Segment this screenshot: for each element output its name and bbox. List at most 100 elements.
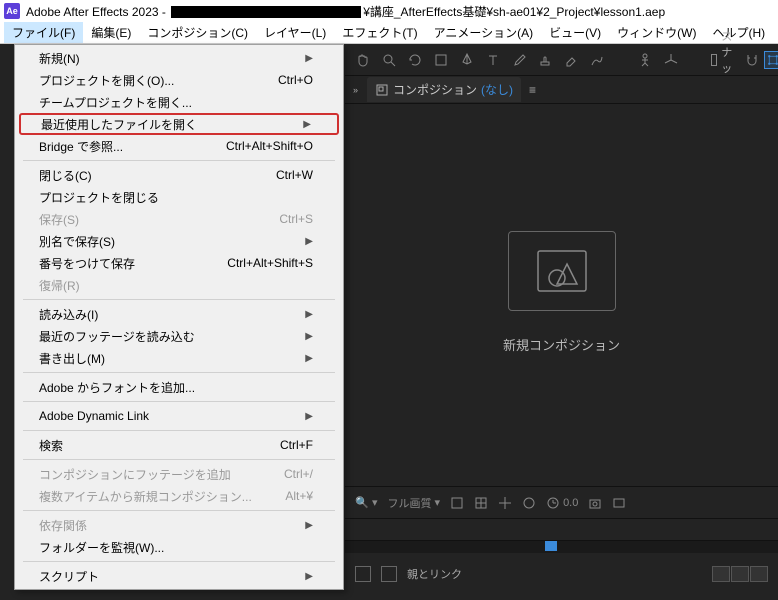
menu-separator	[23, 459, 335, 460]
snapshot-icon[interactable]	[588, 496, 602, 510]
menu-item[interactable]: 最近使用したファイルを開く▶	[19, 113, 339, 135]
menu-separator	[23, 430, 335, 431]
menu-item[interactable]: 閉じる(C)Ctrl+W	[15, 164, 343, 186]
puppet-tool-icon[interactable]	[637, 51, 653, 69]
menu-item[interactable]: チームプロジェクトを開く...	[15, 91, 343, 113]
menu-window[interactable]: ウィンドウ(W)	[609, 22, 704, 43]
magnet-icon[interactable]	[744, 51, 760, 69]
menu-item-label: 新規(N)	[39, 50, 80, 67]
timeline-ruler[interactable]	[345, 541, 778, 553]
switch-button[interactable]	[750, 566, 768, 582]
menu-item[interactable]: Adobe Dynamic Link▶	[15, 405, 343, 427]
menu-edit[interactable]: 編集(E)	[83, 22, 139, 43]
menu-item-label: 複数アイテムから新規コンポジション...	[39, 488, 252, 505]
tab-prefix: コンポジション	[393, 81, 477, 98]
menu-item: 復帰(R)	[15, 274, 343, 296]
menu-file[interactable]: ファイル(F)	[4, 22, 83, 43]
menu-item: 複数アイテムから新規コンポジション... Alt+¥	[15, 485, 343, 507]
menu-composition[interactable]: コンポジション(C)	[139, 22, 256, 43]
menu-shortcut: Alt+¥	[285, 489, 313, 503]
menu-shortcut: Ctrl+Alt+Shift+S	[227, 256, 313, 270]
channel-icon[interactable]	[450, 496, 464, 510]
panel-menu-icon[interactable]: ≡	[529, 83, 536, 97]
menu-item[interactable]: Bridge で参照...Ctrl+Alt+Shift+O	[15, 135, 343, 157]
menu-shortcut: Ctrl+F	[280, 438, 313, 452]
menu-view[interactable]: ビュー(V)	[541, 22, 609, 43]
menu-item[interactable]: 検索Ctrl+F	[15, 434, 343, 456]
menu-separator	[23, 510, 335, 511]
panel-caret-icon[interactable]: »	[353, 85, 367, 95]
composition-viewer: 新規コンポジション	[345, 104, 778, 480]
viewer-footer: 🔍▾ フル画質▾ 0.0	[345, 486, 778, 518]
magnification-dropdown[interactable]: 🔍▾	[355, 496, 378, 510]
hand-tool-icon[interactable]	[355, 51, 371, 69]
brush-tool-icon[interactable]	[511, 51, 527, 69]
menu-item[interactable]: 別名で保存(S) ▶	[15, 230, 343, 252]
window-title: Adobe After Effects 2023 - ¥講座_AfterEffe…	[26, 3, 665, 20]
new-composition-button[interactable]	[508, 231, 616, 311]
menu-shortcut: Ctrl+O	[278, 73, 313, 87]
new-comp-label: 新規コンポジション	[503, 335, 620, 354]
menu-item[interactable]: 番号をつけて保存Ctrl+Alt+Shift+S	[15, 252, 343, 274]
local-axis-icon[interactable]	[663, 51, 679, 69]
snap-checkbox[interactable]	[711, 54, 717, 66]
menu-item[interactable]: プロジェクトを開く(O)...Ctrl+O	[15, 69, 343, 91]
menu-animation[interactable]: アニメーション(A)	[426, 22, 542, 43]
menu-item[interactable]: Adobe からフォントを追加...	[15, 376, 343, 398]
menu-item-label: 別名で保存(S)	[39, 233, 115, 250]
playhead[interactable]	[545, 541, 559, 553]
snap-bounds-icon[interactable]	[764, 51, 778, 69]
shape-tool-icon[interactable]	[433, 51, 449, 69]
timeline-lock-icon[interactable]	[381, 566, 397, 582]
submenu-arrow-icon: ▶	[305, 331, 313, 342]
menu-layer[interactable]: レイヤー(L)	[256, 22, 334, 43]
guides-icon[interactable]	[498, 496, 512, 510]
composition-tab[interactable]: コンポジション (なし)	[367, 77, 521, 102]
menu-effect[interactable]: エフェクト(T)	[334, 22, 425, 43]
menubar: ファイル(F) 編集(E) コンポジション(C) レイヤー(L) エフェクト(T…	[0, 22, 778, 44]
submenu-arrow-icon: ▶	[305, 236, 313, 247]
menu-item[interactable]: 書き出し(M)▶	[15, 347, 343, 369]
menu-item-label: プロジェクトを閉じる	[39, 189, 159, 206]
text-tool-icon[interactable]	[485, 51, 501, 69]
roto-tool-icon[interactable]	[589, 51, 605, 69]
rotate-tool-icon[interactable]	[407, 51, 423, 69]
switch-button[interactable]	[731, 566, 749, 582]
tab-comp-name: (なし)	[481, 81, 513, 98]
menu-item-label: チームプロジェクトを開く...	[39, 94, 192, 111]
time-display[interactable]: 0.0	[546, 496, 578, 510]
timeline-shy-icon[interactable]	[355, 566, 371, 582]
menu-item[interactable]: 新規(N)▶	[15, 47, 343, 69]
menu-shortcut: Ctrl+W	[276, 168, 313, 182]
file-dropdown: 新規(N)▶プロジェクトを開く(O)...Ctrl+Oチームプロジェクトを開く.…	[14, 44, 344, 590]
parent-link-label: 親とリンク	[407, 566, 462, 582]
menu-item-label: Adobe Dynamic Link	[39, 409, 149, 423]
menu-separator	[23, 401, 335, 402]
zoom-tool-icon[interactable]	[381, 51, 397, 69]
menu-separator	[23, 561, 335, 562]
new-comp-icon	[537, 250, 587, 292]
show-snapshot-icon[interactable]	[612, 496, 626, 510]
switch-button[interactable]	[712, 566, 730, 582]
menu-item-label: 保存(S)	[39, 211, 79, 228]
stamp-tool-icon[interactable]	[537, 51, 553, 69]
menu-item: コンポジションにフッテージを追加Ctrl+/	[15, 463, 343, 485]
app-icon: Ae	[4, 3, 20, 19]
grid-icon[interactable]	[474, 496, 488, 510]
menu-shortcut: Ctrl+/	[284, 467, 313, 481]
menu-item-label: Bridge で参照...	[39, 138, 123, 155]
titlebar: Ae Adobe After Effects 2023 - ¥講座_AfterE…	[0, 0, 778, 22]
menu-item[interactable]: フォルダーを監視(W)...	[15, 536, 343, 558]
menu-item-label: 復帰(R)	[39, 277, 80, 294]
mask-icon[interactable]	[522, 496, 536, 510]
menu-item-label: Adobe からフォントを追加...	[39, 379, 195, 396]
eraser-tool-icon[interactable]	[563, 51, 579, 69]
menu-item[interactable]: プロジェクトを閉じる	[15, 186, 343, 208]
menu-item[interactable]: スクリプト▶	[15, 565, 343, 587]
menu-item[interactable]: 最近のフッテージを読み込む▶	[15, 325, 343, 347]
pen-tool-icon[interactable]	[459, 51, 475, 69]
menu-item[interactable]: 読み込み(I)▶	[15, 303, 343, 325]
menu-item: 依存関係▶	[15, 514, 343, 536]
resolution-dropdown[interactable]: フル画質▾	[388, 495, 441, 511]
workspace: 新規(N)▶プロジェクトを開く(O)...Ctrl+Oチームプロジェクトを開く.…	[0, 44, 778, 600]
